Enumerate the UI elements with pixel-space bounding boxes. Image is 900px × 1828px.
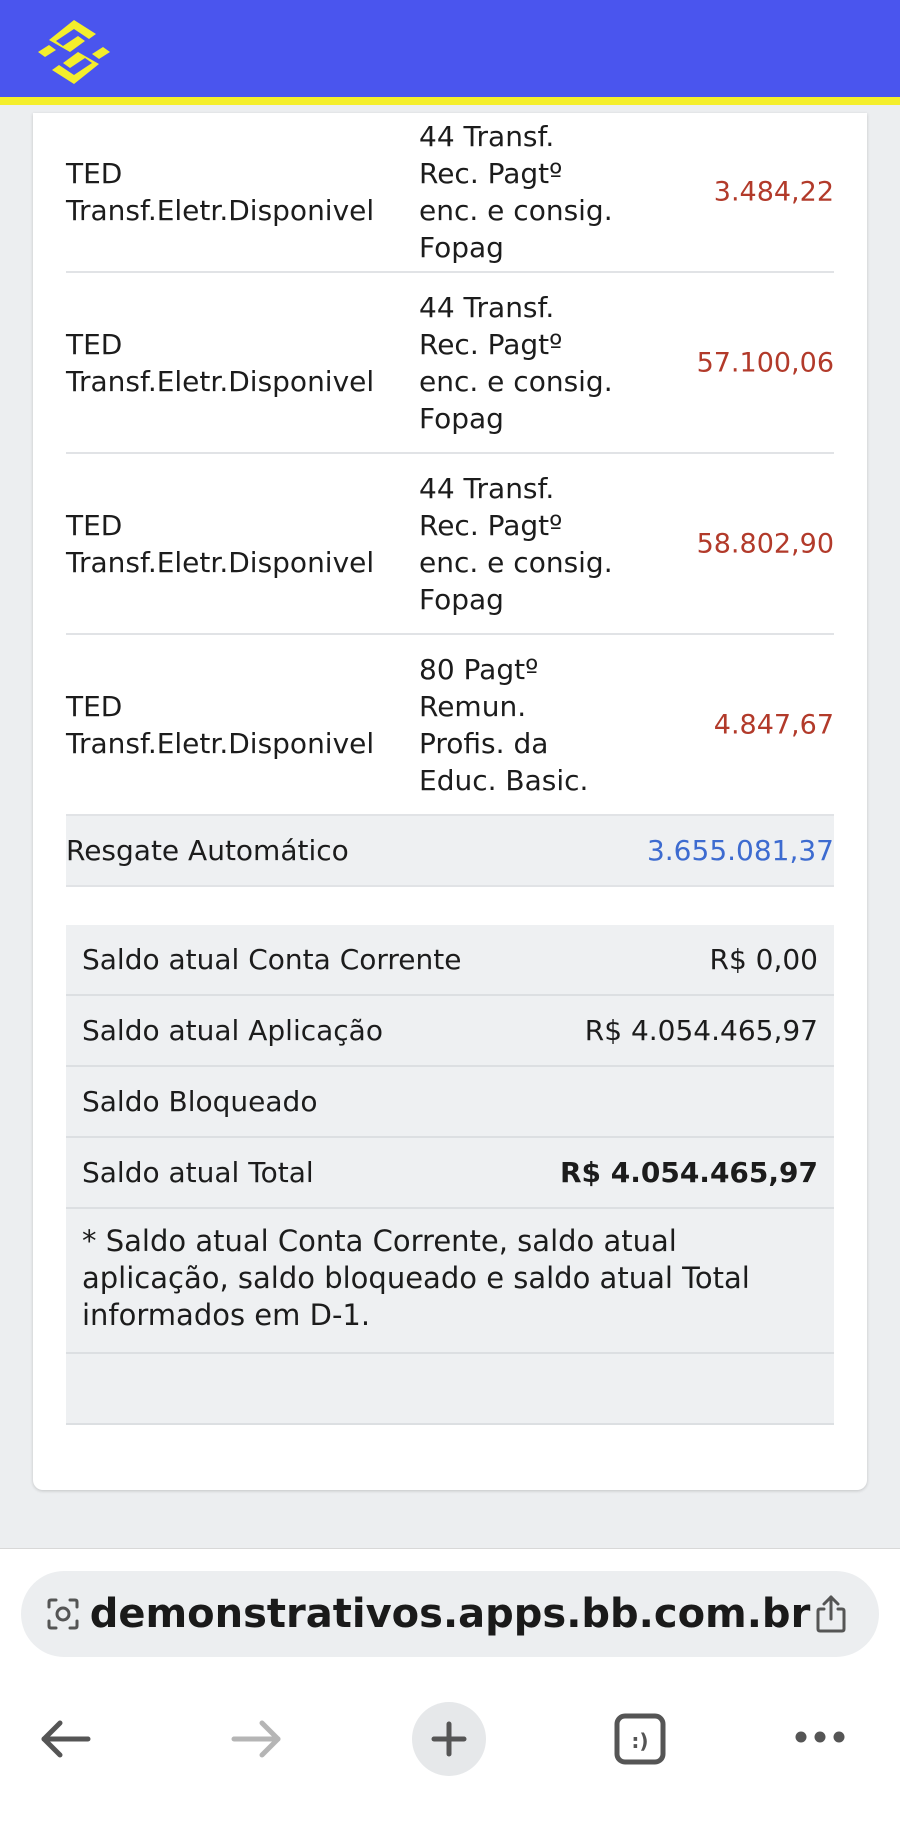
detail-line: Rec. Pagtº	[419, 508, 563, 542]
detail-line: 44 Transf.	[419, 290, 555, 324]
transaction-subtype: Transf.Eletr.Disponivel	[66, 545, 375, 579]
detail-line: Educ. Basic.	[419, 763, 589, 797]
detail-line: enc. e consig.	[419, 545, 613, 579]
transaction-description: TED Transf.Eletr.Disponivel	[66, 688, 374, 762]
balance-footnote: * Saldo atual Conta Corrente, saldo atua…	[66, 1209, 834, 1354]
resgate-amount: 3.655.081,37	[646, 834, 834, 867]
balance-total-value: R$ 4.054.465,97	[559, 1156, 818, 1189]
transaction-row: TED Transf.Eletr.Disponivel 44 Transf. R…	[66, 454, 834, 635]
balance-value: R$ 4.054.465,97	[584, 1014, 818, 1047]
forward-arrow-icon[interactable]	[230, 1717, 284, 1761]
detail-line: Profis. da	[419, 726, 549, 760]
balance-label: Saldo atual Total	[82, 1156, 314, 1189]
transaction-description: TED Transf.Eletr.Disponivel	[66, 326, 374, 400]
transaction-amount: 3.484,22	[713, 176, 834, 208]
transaction-row: TED Transf.Eletr.Disponivel 44 Transf. R…	[66, 113, 834, 273]
transaction-type: TED	[66, 508, 123, 542]
resgate-automatico-row: Resgate Automático 3.655.081,37	[66, 816, 834, 887]
transaction-detail: 44 Transf. Rec. Pagtº enc. e consig. Fop…	[419, 118, 649, 266]
balance-label: Saldo Bloqueado	[82, 1085, 318, 1118]
back-arrow-icon[interactable]	[38, 1717, 92, 1761]
more-icon[interactable]	[794, 1729, 846, 1745]
transaction-subtype: Transf.Eletr.Disponivel	[66, 726, 375, 760]
balance-row-total: Saldo atual Total R$ 4.054.465,97	[66, 1138, 834, 1209]
detail-line: 80 Pagtº	[419, 652, 539, 686]
svg-text::): :)	[631, 1729, 648, 1753]
transaction-detail: 80 Pagtº Remun. Profis. da Educ. Basic.	[419, 651, 649, 799]
balance-value: R$ 0,00	[709, 943, 818, 976]
transaction-amount: 58.802,90	[696, 528, 834, 559]
bb-logo-icon[interactable]	[34, 16, 114, 88]
transaction-type: TED	[66, 689, 123, 723]
balance-summary: Saldo atual Conta Corrente R$ 0,00 Saldo…	[66, 925, 834, 1425]
transaction-subtype: Transf.Eletr.Disponivel	[66, 364, 375, 398]
transaction-type: TED	[66, 157, 123, 190]
transaction-detail: 44 Transf. Rec. Pagtº enc. e consig. Fop…	[419, 470, 649, 618]
browser-nav-row: :)	[0, 1689, 900, 1789]
detail-line: Remun.	[419, 689, 527, 723]
balance-row-bloqueado: Saldo Bloqueado	[66, 1067, 834, 1138]
transaction-amount: 4.847,67	[713, 709, 834, 740]
statement-card: TED Transf.Eletr.Disponivel 44 Transf. R…	[33, 113, 867, 1490]
detail-line: enc. e consig.	[419, 364, 613, 398]
detail-line: Fopag	[419, 582, 504, 616]
tabs-icon[interactable]: :)	[614, 1713, 666, 1765]
url-text[interactable]: demonstrativos.apps.bb.com.br	[21, 1591, 879, 1637]
empty-row	[66, 1354, 834, 1425]
detail-line: Fopag	[419, 401, 504, 435]
transaction-type: TED	[66, 327, 123, 361]
transaction-description: TED Transf.Eletr.Disponivel	[66, 507, 374, 581]
transaction-subtype: Transf.Eletr.Disponivel	[66, 194, 375, 227]
detail-line: Fopag	[419, 231, 504, 264]
balance-row-aplicacao: Saldo atual Aplicação R$ 4.054.465,97	[66, 996, 834, 1067]
app-header	[0, 0, 900, 105]
transaction-detail: 44 Transf. Rec. Pagtº enc. e consig. Fop…	[419, 289, 649, 437]
detail-line: 44 Transf.	[419, 471, 555, 505]
transaction-row: TED Transf.Eletr.Disponivel 80 Pagtº Rem…	[66, 635, 834, 816]
balance-label: Saldo atual Conta Corrente	[82, 943, 462, 976]
address-bar[interactable]: demonstrativos.apps.bb.com.br	[21, 1571, 879, 1657]
transaction-list: TED Transf.Eletr.Disponivel 44 Transf. R…	[66, 113, 834, 816]
balance-row-conta-corrente: Saldo atual Conta Corrente R$ 0,00	[66, 925, 834, 996]
new-tab-plus-icon[interactable]	[412, 1702, 486, 1776]
balance-label: Saldo atual Aplicação	[82, 1014, 383, 1047]
transaction-amount: 57.100,06	[696, 347, 834, 378]
detail-line: 44 Transf.	[419, 120, 555, 153]
transaction-description: TED Transf.Eletr.Disponivel	[66, 155, 374, 229]
detail-line: Rec. Pagtº	[419, 157, 563, 190]
share-icon[interactable]	[811, 1593, 851, 1635]
detail-line: Rec. Pagtº	[419, 327, 563, 361]
browser-toolbar: demonstrativos.apps.bb.com.br:)	[0, 1548, 900, 1828]
transaction-row: TED Transf.Eletr.Disponivel 44 Transf. R…	[66, 273, 834, 454]
resgate-label: Resgate Automático	[66, 834, 349, 867]
detail-line: enc. e consig.	[419, 194, 613, 227]
